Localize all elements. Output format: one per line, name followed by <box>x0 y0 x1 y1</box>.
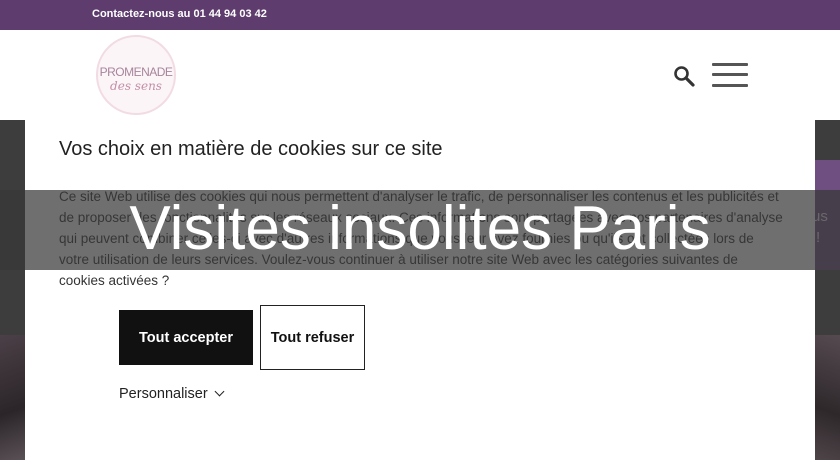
cookie-consent-dialog: Vos choix en matière de cookies sur ce s… <box>25 120 815 460</box>
customize-label: Personnaliser <box>119 386 208 402</box>
logo-line-1: PROMENADE <box>99 65 173 79</box>
contact-phone-text[interactable]: Contactez-nous au 01 44 94 03 42 <box>92 8 267 20</box>
background-image-left <box>0 335 26 460</box>
site-header: PROMENADE des sens <box>0 30 840 120</box>
logo-line-2: des sens <box>110 79 162 93</box>
background-image-right <box>814 335 840 460</box>
accept-all-button[interactable]: Tout accepter <box>119 310 253 365</box>
chevron-down-icon <box>214 386 225 397</box>
page-title: Visites insolites Paris <box>129 194 711 263</box>
search-icon[interactable] <box>673 65 695 87</box>
top-contact-bar: Contactez-nous au 01 44 94 03 42 <box>0 0 840 30</box>
customize-toggle[interactable]: Personnaliser <box>119 386 225 402</box>
site-logo[interactable]: PROMENADE des sens <box>92 35 180 119</box>
refuse-all-button[interactable]: Tout refuser <box>260 305 365 370</box>
hamburger-menu-icon[interactable] <box>712 63 748 87</box>
cookie-dialog-title: Vos choix en matière de cookies sur ce s… <box>59 138 443 160</box>
